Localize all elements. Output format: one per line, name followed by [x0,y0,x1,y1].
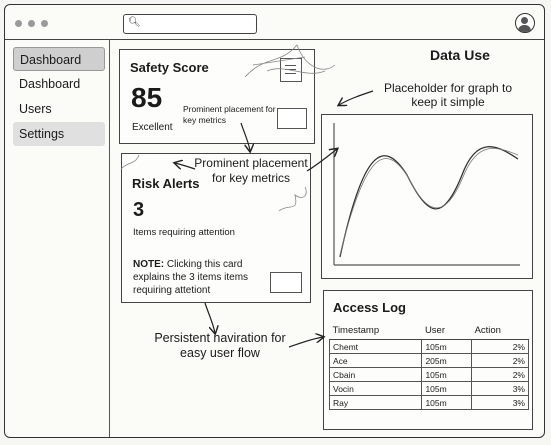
table-row[interactable]: Vocin 105m 3% [328,381,529,396]
table-cell: Ace [328,353,423,368]
safety-card-annotation: Prominent placement for key metrics [183,104,276,125]
table-cell: 3% [471,395,529,410]
table-cell: 105m [421,395,472,410]
table-cell: Ray [328,395,423,410]
column-header[interactable]: Timestamp [329,321,422,340]
column-header[interactable]: User [421,321,472,340]
table-row[interactable]: Chemt 105m 2% [328,339,529,354]
table-cell: Vocin [328,381,423,396]
risk-alerts-note: NOTE: Clicking this card explains the 3 … [133,258,273,297]
table-row[interactable]: Ray 105m 3% [328,395,529,410]
nav-annotation: Persistent naviration for easy user flow [154,331,286,360]
metrics-annotation: Prominent placement for key metrics [194,156,308,185]
expand-box-icon[interactable] [277,108,307,129]
access-log-card: Access Log Timestamp User Action Chemt 1… [323,290,533,430]
sidebar-item-dashboard[interactable]: Dashboard [13,47,105,71]
sidebar-item-users[interactable]: Users [13,97,105,121]
access-log-table: Timestamp User Action Chemt 105m 2% Ace … [328,321,529,410]
user-avatar-icon[interactable] [515,13,535,33]
search-box[interactable]: 🔍︎ [123,14,257,34]
avatar-body [518,25,531,32]
column-header[interactable]: Action [471,321,529,340]
table-cell: Cbain [328,367,423,382]
data-use-title: Data Use [430,47,490,63]
app-window: 🔍︎ Dashboard Dashboard Users Settings Sa… [4,4,545,438]
safety-score-card[interactable]: Safety Score 85 Excellent Prominent plac… [119,49,315,144]
safety-score-title: Safety Score [130,60,209,75]
table-cell: 105m [421,381,472,396]
risk-alerts-count: 3 [133,199,145,221]
risk-alerts-title: Risk Alerts [132,176,200,191]
note-label: NOTE: [133,259,165,270]
search-input[interactable] [140,17,254,31]
table-cell: 2% [471,339,529,354]
safety-score-value: 85 [131,82,163,113]
safety-score-rating: Excellent [132,122,173,133]
table-cell: 2% [471,367,529,382]
expand-box-icon[interactable] [270,272,302,293]
table-cell: 205m [421,353,472,368]
table-cell: Chemt [328,339,423,354]
graph-placeholder-drawing [333,123,520,266]
document-icon[interactable] [280,58,302,82]
title-bar: 🔍︎ [5,5,544,40]
graph-placeholder[interactable] [321,114,533,279]
table-cell: 3% [471,381,529,396]
table-cell: 105m [421,339,472,354]
risk-alerts-subtitle: Items requiring attention [133,227,235,238]
table-cell: 105m [421,367,472,382]
table-row[interactable]: Ace 205m 2% [328,353,529,368]
sidebar-item-dashboard-2[interactable]: Dashboard [13,72,105,96]
window-dot-icon[interactable] [28,20,35,27]
sidebar: Dashboard Dashboard Users Settings [5,39,110,437]
table-cell: 2% [471,353,529,368]
graph-annotation: Placeholder for graph to keep it simple [383,81,513,109]
search-icon: 🔍︎ [128,17,141,28]
sidebar-item-settings[interactable]: Settings [13,122,105,146]
arrow-icon [204,302,215,333]
window-dot-icon[interactable] [41,20,48,27]
access-log-title: Access Log [333,300,406,315]
avatar-head [521,17,528,24]
arrow-icon [339,90,374,105]
table-row[interactable]: Cbain 105m 2% [328,367,529,382]
window-dot-icon[interactable] [15,20,22,27]
